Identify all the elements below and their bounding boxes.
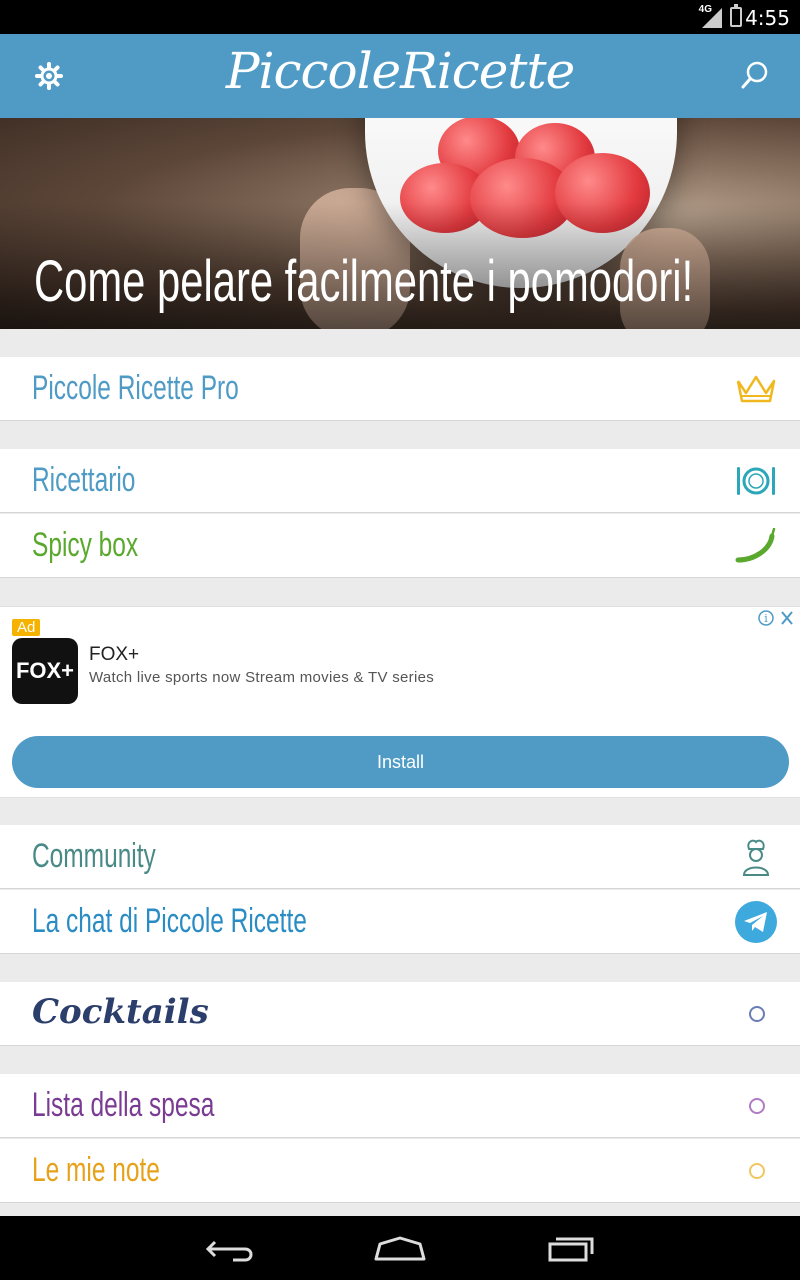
ad-banner[interactable]: Ad i FOX+ FOX+ Watch live sports now Str… bbox=[0, 606, 800, 798]
app-logo-title: PiccoleRicette bbox=[225, 42, 575, 100]
battery-icon bbox=[730, 4, 742, 27]
app-bar: PiccoleRicette bbox=[0, 34, 800, 118]
circle-icon bbox=[749, 1163, 765, 1179]
crown-icon bbox=[736, 375, 776, 403]
circle-icon bbox=[749, 1098, 765, 1114]
menu-item-cocktails[interactable]: Cocktails bbox=[0, 982, 800, 1046]
plate-cutlery-icon bbox=[737, 467, 775, 495]
ad-app-logo: FOX+ bbox=[12, 638, 78, 704]
menu-item-label: Community bbox=[32, 837, 156, 875]
ad-badge: Ad bbox=[12, 619, 41, 636]
menu-item-label: Lista della spesa bbox=[32, 1086, 215, 1124]
menu-item-spicy-box[interactable]: Spicy box bbox=[0, 514, 800, 578]
menu-item-pro[interactable]: Piccole Ricette Pro bbox=[0, 357, 800, 421]
circle-icon bbox=[749, 1006, 765, 1022]
chili-pepper-icon bbox=[735, 528, 776, 563]
ad-description: Watch live sports now Stream movies & TV… bbox=[89, 669, 435, 686]
svg-text:i: i bbox=[764, 612, 768, 625]
search-icon[interactable] bbox=[740, 60, 770, 90]
menu-item-ricettario[interactable]: Ricettario bbox=[0, 449, 800, 513]
menu-item-label: Spicy box bbox=[32, 526, 139, 564]
menu-item-note[interactable]: Le mie note bbox=[0, 1139, 800, 1203]
menu-item-chat[interactable]: La chat di Piccole Ricette bbox=[0, 890, 800, 954]
menu-item-lista-spesa[interactable]: Lista della spesa bbox=[0, 1074, 800, 1138]
menu-item-label: Ricettario bbox=[32, 461, 136, 499]
ad-info-close-icon[interactable]: i bbox=[756, 609, 798, 627]
menu-item-community[interactable]: Community bbox=[0, 825, 800, 889]
status-bar: 4G 4:55 bbox=[0, 0, 800, 34]
menu-item-label: Le mie note bbox=[32, 1151, 160, 1189]
menu-item-label: La chat di Piccole Ricette bbox=[32, 902, 307, 940]
back-icon[interactable] bbox=[205, 1234, 255, 1264]
menu-item-label: Cocktails bbox=[32, 992, 209, 1032]
signal-icon bbox=[702, 8, 722, 28]
telegram-icon bbox=[735, 901, 777, 943]
menu-item-label: Piccole Ricette Pro bbox=[32, 369, 239, 407]
banner-caption: Come pelare facilmente i pomodori! bbox=[34, 249, 694, 314]
featured-article-banner[interactable]: Come pelare facilmente i pomodori! bbox=[0, 118, 800, 329]
home-icon[interactable] bbox=[373, 1234, 427, 1264]
ad-install-button[interactable]: Install bbox=[12, 736, 789, 788]
clock: 4:55 bbox=[745, 6, 790, 30]
ad-title: FOX+ bbox=[89, 644, 140, 665]
system-navigation-bar bbox=[0, 1216, 800, 1280]
chef-icon bbox=[742, 839, 770, 876]
recent-apps-icon[interactable] bbox=[547, 1234, 597, 1264]
